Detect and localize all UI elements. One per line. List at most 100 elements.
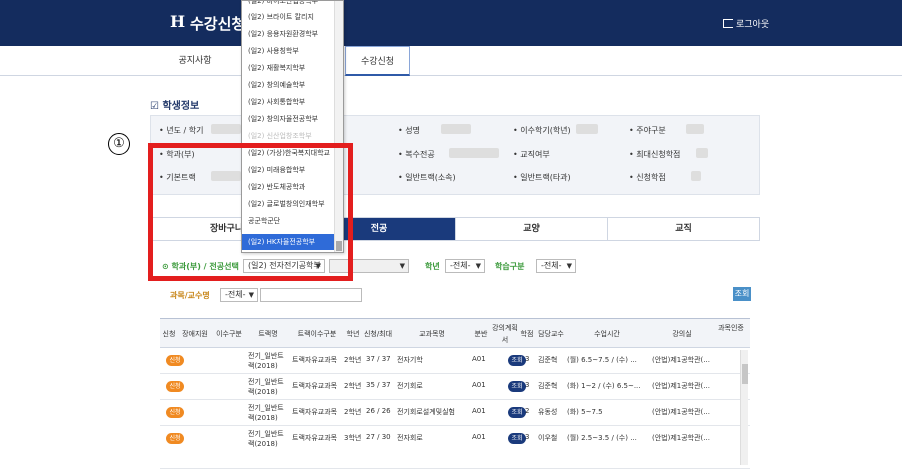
cell-subject: 전기회로 — [397, 382, 423, 390]
subject-type-select[interactable]: -전체- ▼ — [220, 288, 258, 302]
cell-track: 전기_일반트랙(2018) — [248, 352, 284, 370]
section-title-text: 학생정보 — [162, 101, 200, 112]
cell-credit: 3 — [525, 433, 530, 441]
cell-room: (안법)제1공학관(... — [652, 382, 710, 390]
cell-time: (월) 2.5~3.5 / (수) ... — [567, 434, 637, 442]
plan-view-button[interactable]: 조회 — [508, 381, 526, 392]
cell-room: (안법)제1공학관(... — [652, 408, 710, 416]
logout-button[interactable]: 로그아웃 — [723, 17, 769, 30]
chevron-down-icon: ▼ — [566, 262, 572, 270]
top-header: H 수강신청 로그아웃 — [0, 0, 902, 46]
col-grade: 학년 — [346, 330, 360, 338]
grade-label: 학년 — [425, 262, 440, 271]
dropdown-option[interactable]: (일2) 재활복지학부 — [242, 60, 335, 76]
grade-select-value: -전체- — [450, 261, 471, 270]
chevron-down-icon: ▼ — [248, 291, 254, 299]
value-blurred — [441, 124, 471, 134]
col-type: 이수구분 — [216, 330, 242, 338]
site-logo: H — [170, 12, 186, 31]
student-info-title: ☑ 학생정보 — [150, 101, 200, 112]
col-track-type: 트랙이수구분 — [297, 330, 337, 338]
cell-track: 전기_일반트랙(2018) — [248, 378, 284, 396]
table-row: 신청 전기_일반트랙(2018) 트랙자유교과목 2학년 37 / 37 전자기… — [160, 348, 750, 374]
value-blurred — [686, 124, 704, 134]
cell-grade: 2학년 — [344, 356, 362, 364]
cell-subject: 전자기학 — [397, 356, 423, 364]
category-select-value: -전체- — [541, 261, 562, 270]
logout-icon — [723, 19, 733, 28]
cell-count: 26 / 26 — [366, 407, 391, 415]
nav-notice[interactable]: 공지사항 — [150, 46, 240, 76]
cell-credit: 2 — [525, 407, 530, 415]
cell-section: A01 — [472, 381, 486, 389]
search-button[interactable]: 조회 — [733, 287, 751, 301]
cell-grade: 2학년 — [344, 382, 362, 390]
cell-subject: 전자회로 — [397, 434, 423, 442]
tab-general[interactable]: 교양 — [456, 218, 608, 240]
dropdown-option[interactable]: (일2) 창의예술학부 — [242, 77, 335, 93]
dropdown-option[interactable]: (일2) 응용자원환경학부 — [242, 26, 335, 42]
cell-count: 35 / 37 — [366, 381, 391, 389]
cell-track-type: 트랙자유교과목 — [292, 434, 338, 442]
dropdown-option[interactable]: (일2) 사회통합학부 — [242, 94, 335, 110]
cell-prof: 이우철 — [538, 434, 558, 442]
dropdown-option[interactable]: (일2) 창의자율전공학부 — [242, 111, 335, 127]
col-time: 수업시간 — [594, 330, 620, 338]
col-apply: 신청 — [162, 330, 176, 338]
table-header: 신청 장애지원 이수구분 트랙명 트랙이수구분 학년 신청/최대 교과목명 분반… — [160, 318, 750, 348]
cell-prof: 김준혁 — [538, 356, 558, 364]
cell-track-type: 트랙자유교과목 — [292, 382, 338, 390]
apply-button[interactable]: 신청 — [166, 355, 184, 366]
table-scrollbar[interactable] — [740, 350, 748, 465]
cell-credit: 3 — [525, 381, 530, 389]
logout-label: 로그아웃 — [736, 20, 770, 30]
label-max-credit: • 최대신청학점 — [629, 150, 681, 159]
apply-button[interactable]: 신청 — [166, 381, 184, 392]
table-row: 신청 전기_일반트랙(2018) 트랙자유교과목 2학년 26 / 26 전기회… — [160, 400, 750, 426]
cell-time: (화) 5~7.5 — [567, 408, 603, 416]
table-row: 신청 전기_일반트랙(2018) 트랙자유교과목 3학년 27 / 30 전자회… — [160, 426, 750, 469]
highlight-box — [148, 143, 353, 281]
dropdown-option[interactable]: (일2) 신산업창조학부 — [242, 128, 335, 144]
cell-count: 37 / 37 — [366, 355, 391, 363]
value-blurred — [691, 171, 701, 181]
apply-button[interactable]: 신청 — [166, 407, 184, 418]
cell-section: A01 — [472, 355, 486, 363]
category-select[interactable]: -전체- ▼ — [536, 259, 576, 273]
col-room: 강의실 — [672, 330, 692, 338]
dropdown-option[interactable]: (일2) 브라이트 칼리지 — [242, 9, 335, 25]
category-label: 학습구분 — [495, 262, 525, 271]
cell-prof: 유동성 — [538, 408, 558, 416]
subject-label: 과목/교수명 — [170, 291, 210, 300]
scrollbar-thumb[interactable] — [742, 364, 748, 384]
col-section: 분반 — [474, 330, 488, 338]
label-year-term: • 년도 / 학기 — [159, 126, 204, 135]
label-double-major: • 복수전공 — [398, 150, 435, 159]
subject-search-input[interactable] — [260, 288, 362, 302]
label-general-track-own: • 일반트랙(소속) — [398, 173, 456, 182]
dropdown-option[interactable]: (일2) 사용칭학부 — [242, 43, 335, 59]
nav-apply[interactable]: 수강신청 — [345, 46, 410, 76]
col-support: 장애지원 — [182, 330, 208, 338]
cell-grade: 3학년 — [344, 434, 362, 442]
col-subject: 교과목명 — [419, 330, 445, 338]
apply-button[interactable]: 신청 — [166, 433, 184, 444]
plan-view-button[interactable]: 조회 — [508, 355, 526, 366]
cell-time: (화) 1~2 / (수) 6.5~... — [567, 382, 641, 390]
cell-section: A01 — [472, 407, 486, 415]
cell-track: 전기_일반트랙(2018) — [248, 404, 284, 422]
value-blurred — [696, 148, 708, 158]
dropdown-option[interactable]: (일2) 바이오산업공학부 — [242, 1, 335, 9]
cell-room: (안법)제1공학관(... — [652, 356, 710, 364]
grade-select[interactable]: -전체- ▼ — [445, 259, 485, 273]
tab-teaching[interactable]: 교직 — [608, 218, 759, 240]
plan-view-button[interactable]: 조회 — [508, 407, 526, 418]
label-major-type: • 주야구분 — [629, 126, 666, 135]
col-prof: 담당교수 — [538, 330, 564, 338]
cell-section: A01 — [472, 433, 486, 441]
col-count: 신청/최대 — [363, 330, 393, 338]
plan-view-button[interactable]: 조회 — [508, 433, 526, 444]
value-blurred — [449, 148, 499, 158]
col-cert: 과목인증 — [718, 324, 744, 332]
cell-prof: 김준혁 — [538, 382, 558, 390]
